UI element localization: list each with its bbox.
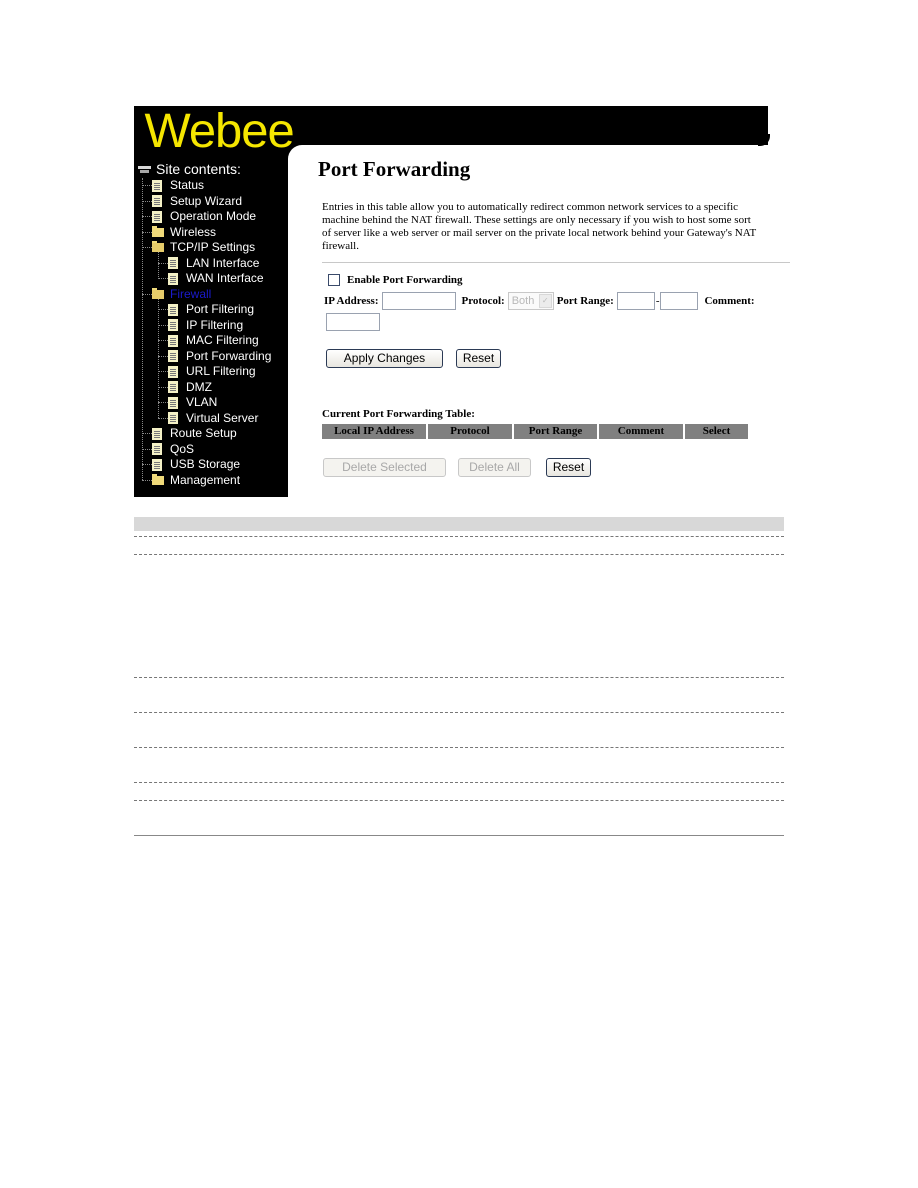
folder-open-icon	[152, 287, 164, 299]
row-divider	[134, 536, 784, 537]
document-icon	[168, 365, 178, 378]
folder-open-icon	[152, 241, 164, 253]
delete-selected-button[interactable]: Delete Selected	[323, 458, 446, 477]
document-icon	[168, 381, 178, 394]
document-icon	[152, 195, 162, 208]
document-icon	[152, 179, 162, 192]
sidebar-item-lan-interface[interactable]: LAN Interface	[138, 256, 288, 272]
sidebar-item-ip-filtering[interactable]: IP Filtering	[138, 318, 288, 334]
sidebar-item-vlan[interactable]: VLAN	[138, 395, 288, 411]
webee-logo: Webee	[144, 105, 295, 158]
ip-address-label: IP Address:	[324, 295, 379, 307]
document-icon	[152, 458, 162, 471]
row-divider	[134, 712, 784, 713]
enable-port-forwarding-label: Enable Port Forwarding	[347, 274, 463, 286]
column-header-select: Select	[685, 424, 748, 439]
sidebar-item-setup-wizard[interactable]: Setup Wizard	[138, 194, 288, 210]
folder-icon	[152, 473, 164, 485]
sidebar: Site contents: Status Setup Wizard Opera…	[138, 160, 288, 488]
router-screenshot: Webee Site contents: Status Setup Wizard…	[134, 105, 790, 497]
folder-icon	[152, 225, 164, 237]
chevron-down-icon: ✓	[538, 294, 552, 308]
enable-row: Enable Port Forwarding	[324, 274, 463, 286]
column-header-protocol: Protocol	[428, 424, 512, 439]
sidebar-item-firewall[interactable]: Firewall	[138, 287, 288, 303]
row-divider	[134, 782, 784, 783]
port-range-to-input[interactable]	[660, 292, 699, 310]
sidebar-item-port-filtering[interactable]: Port Filtering	[138, 302, 288, 318]
sidebar-item-port-forwarding[interactable]: Port Forwarding	[138, 349, 288, 365]
content-panel: Port Forwarding Entries in this table al…	[288, 145, 790, 497]
sidebar-item-mac-filtering[interactable]: MAC Filtering	[138, 333, 288, 349]
comment-input[interactable]	[326, 313, 380, 331]
divider	[322, 262, 790, 263]
sidebar-item-status[interactable]: Status	[138, 178, 288, 194]
document-table-header	[134, 517, 784, 531]
sidebar-item-wan-interface[interactable]: WAN Interface	[138, 271, 288, 287]
document-table	[134, 517, 784, 836]
sidebar-item-tcpip-settings[interactable]: TCP/IP Settings	[138, 240, 288, 256]
table-caption: Current Port Forwarding Table:	[322, 408, 475, 420]
delete-all-button[interactable]: Delete All	[458, 458, 531, 477]
document-icon	[168, 257, 178, 270]
site-contents-title: Site contents:	[138, 160, 288, 178]
document-icon	[168, 272, 178, 285]
row-divider	[134, 554, 784, 555]
rule-form-row: IP Address: Protocol: Both ✓ Port Range: …	[324, 292, 755, 310]
document-icon	[168, 319, 178, 332]
port-range-label: Port Range:	[556, 295, 614, 307]
column-header-comment: Comment	[599, 424, 683, 439]
document-icon	[152, 443, 162, 456]
port-forwarding-table: Local IP Address Protocol Port Range Com…	[322, 424, 750, 439]
reset-button[interactable]: Reset	[456, 349, 501, 368]
document-icon	[168, 334, 178, 347]
column-header-local-ip: Local IP Address	[322, 424, 426, 439]
port-range-from-input[interactable]	[616, 292, 655, 310]
apply-changes-button[interactable]: Apply Changes	[326, 349, 443, 368]
page-description: Entries in this table allow you to autom…	[322, 201, 756, 252]
page-title: Port Forwarding	[318, 157, 471, 181]
sidebar-item-qos[interactable]: QoS	[138, 442, 288, 458]
sidebar-item-virtual-server[interactable]: Virtual Server	[138, 411, 288, 427]
column-header-port-range: Port Range	[514, 424, 597, 439]
sidebar-item-dmz[interactable]: DMZ	[138, 380, 288, 396]
ip-address-input[interactable]	[381, 292, 456, 310]
enable-port-forwarding-checkbox[interactable]	[328, 274, 340, 286]
sidebar-item-route-setup[interactable]: Route Setup	[138, 426, 288, 442]
document-icon	[168, 303, 178, 316]
sidebar-item-management[interactable]: Management	[138, 473, 288, 489]
row-divider	[134, 747, 784, 748]
document-icon	[152, 210, 162, 223]
protocol-select[interactable]: Both ✓	[507, 292, 554, 310]
network-icon	[138, 164, 151, 174]
table-reset-button[interactable]: Reset	[546, 458, 591, 477]
row-divider	[134, 800, 784, 801]
comment-label: Comment:	[704, 295, 755, 307]
document-icon	[168, 412, 178, 425]
table-bottom-border	[134, 835, 784, 836]
sidebar-item-wireless[interactable]: Wireless	[138, 225, 288, 241]
port-range-separator: -	[655, 295, 660, 307]
protocol-label: Protocol:	[461, 295, 505, 307]
document-icon	[168, 396, 178, 409]
sidebar-item-usb-storage[interactable]: USB Storage	[138, 457, 288, 473]
row-divider	[134, 677, 784, 678]
sidebar-item-operation-mode[interactable]: Operation Mode	[138, 209, 288, 225]
document-icon	[152, 427, 162, 440]
document-icon	[168, 350, 178, 363]
sidebar-item-url-filtering[interactable]: URL Filtering	[138, 364, 288, 380]
